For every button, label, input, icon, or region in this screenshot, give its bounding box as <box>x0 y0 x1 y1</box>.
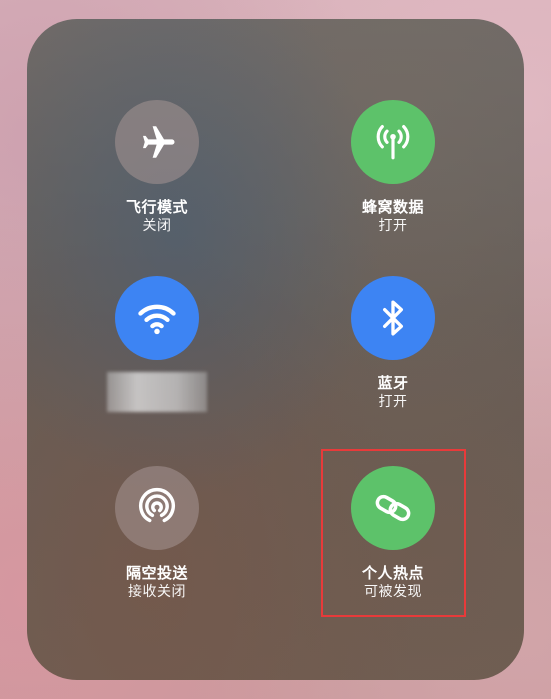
airplane-mode-label: 飞行模式 <box>125 198 188 216</box>
cellular-data-button[interactable] <box>351 100 435 184</box>
wifi-tile[interactable] <box>67 276 247 412</box>
airdrop-tile[interactable]: 隔空投送 接收关闭 <box>67 466 247 602</box>
airdrop-icon <box>139 487 175 523</box>
cellular-data-tile[interactable]: 蜂窝数据 打开 <box>303 100 483 236</box>
bluetooth-icon <box>383 300 403 336</box>
airdrop-label: 隔空投送 <box>125 564 188 582</box>
cellular-data-label: 蜂窝数据 <box>361 198 424 216</box>
bluetooth-tile[interactable]: 蓝牙 打开 <box>303 276 483 412</box>
airplane-icon <box>143 126 175 158</box>
airplane-mode-tile[interactable]: 飞行模式 关闭 <box>67 100 247 236</box>
personal-hotspot-label: 个人热点 <box>361 564 424 582</box>
airdrop-status: 接收关闭 <box>128 584 186 600</box>
personal-hotspot-tile[interactable]: 个人热点 可被发现 <box>303 466 483 602</box>
airplane-mode-button[interactable] <box>115 100 199 184</box>
wifi-button[interactable] <box>115 276 199 360</box>
antenna-icon <box>376 125 410 160</box>
wifi-icon <box>138 304 176 335</box>
bluetooth-label: 蓝牙 <box>377 374 409 392</box>
personal-hotspot-button[interactable] <box>351 466 435 550</box>
wifi-network-name-redacted <box>107 372 207 412</box>
hotspot-link-icon <box>375 494 411 522</box>
personal-hotspot-status: 可被发现 <box>364 584 422 600</box>
cellular-data-status: 打开 <box>378 218 408 234</box>
airplane-mode-status: 关闭 <box>142 218 172 234</box>
bluetooth-status: 打开 <box>378 394 408 410</box>
airdrop-button[interactable] <box>115 466 199 550</box>
bluetooth-button[interactable] <box>351 276 435 360</box>
